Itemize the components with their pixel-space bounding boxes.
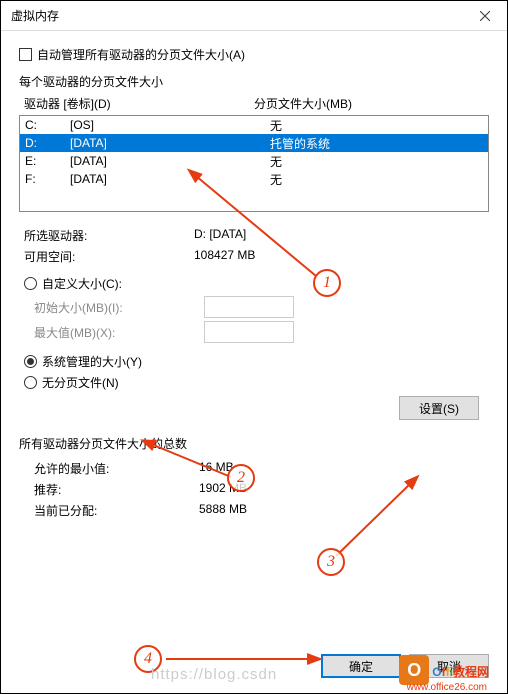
drive-row-e[interactable]: E: [DATA] 无 [20, 152, 488, 170]
set-button[interactable]: 设置(S) [399, 396, 479, 420]
max-size-row: 最大值(MB)(X): [34, 321, 489, 343]
initial-size-input[interactable] [204, 296, 294, 318]
header-drive: 驱动器 [卷标](D) [24, 95, 254, 112]
close-button[interactable] [462, 1, 507, 31]
radio-custom-row[interactable]: 自定义大小(C): [24, 275, 489, 292]
initial-size-label: 初始大小(MB)(I): [34, 299, 204, 316]
radio-custom-label: 自定义大小(C): [42, 275, 122, 292]
dialog-content: 自动管理所有驱动器的分页文件大小(A) 每个驱动器的分页文件大小 驱动器 [卷标… [1, 31, 507, 538]
radio-none-row[interactable]: 无分页文件(N) [24, 374, 489, 391]
ok-button[interactable]: 确定 [321, 654, 401, 678]
drive-row-f[interactable]: F: [DATA] 无 [20, 170, 488, 188]
allocated-row: 当前已分配: 5888 MB [19, 502, 489, 519]
annotation-3: 3 [317, 548, 345, 576]
totals-label: 所有驱动器分页文件大小的总数 [19, 435, 489, 452]
free-space-label: 可用空间: [24, 248, 194, 265]
auto-manage-checkbox[interactable] [19, 48, 32, 61]
header-size: 分页文件大小(MB) [254, 95, 352, 112]
max-size-label: 最大值(MB)(X): [34, 324, 204, 341]
drive-row-c[interactable]: C: [OS] 无 [20, 116, 488, 134]
window-title: 虚拟内存 [11, 7, 59, 24]
selected-drive-label: 所选驱动器: [24, 227, 194, 244]
min-allowed-row: 允许的最小值: 16 MB [19, 460, 489, 477]
max-size-input[interactable] [204, 321, 294, 343]
radio-system-row[interactable]: 系统管理的大小(Y) [24, 353, 489, 370]
drive-list-header: 驱动器 [卷标](D) 分页文件大小(MB) [19, 95, 489, 115]
close-icon [480, 11, 490, 21]
selected-drive-value: D: [DATA] [194, 227, 246, 244]
auto-manage-label: 自动管理所有驱动器的分页文件大小(A) [37, 46, 245, 63]
radio-system-label: 系统管理的大小(Y) [42, 353, 142, 370]
radio-system[interactable] [24, 355, 37, 368]
drives-section-label: 每个驱动器的分页文件大小 [19, 73, 489, 90]
watermark: https://blog.csdn [151, 666, 277, 683]
drive-row-d[interactable]: D: [DATA] 托管的系统 [20, 134, 488, 152]
free-space-row: 可用空间: 108427 MB [19, 248, 489, 265]
site-logo: O Offi教程网 [399, 655, 489, 685]
radio-none-label: 无分页文件(N) [42, 374, 119, 391]
free-space-value: 108427 MB [194, 248, 255, 265]
logo-url: www.office26.com [407, 682, 487, 693]
auto-manage-row[interactable]: 自动管理所有驱动器的分页文件大小(A) [19, 46, 489, 63]
logo-icon: O [399, 655, 429, 685]
recommended-row: 推荐: 1902 MB [19, 481, 489, 498]
selected-drive-row: 所选驱动器: D: [DATA] [19, 227, 489, 244]
radio-custom[interactable] [24, 277, 37, 290]
radio-none[interactable] [24, 376, 37, 389]
titlebar: 虚拟内存 [1, 1, 507, 31]
initial-size-row: 初始大小(MB)(I): [34, 296, 489, 318]
logo-text: Offi教程网 [432, 660, 489, 681]
drive-listbox[interactable]: C: [OS] 无 D: [DATA] 托管的系统 E: [DATA] 无 F:… [19, 115, 489, 212]
